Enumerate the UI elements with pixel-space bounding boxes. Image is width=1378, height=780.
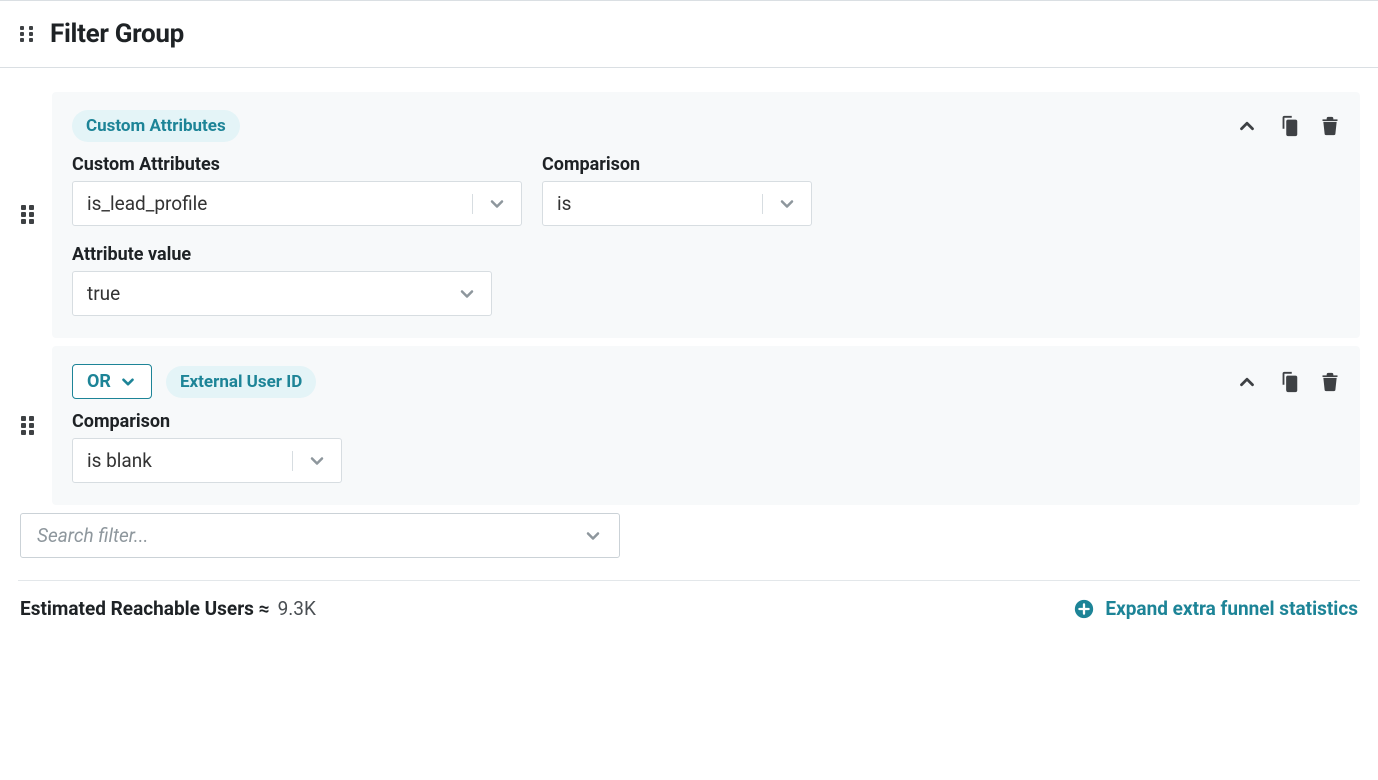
comparison-value-1: is <box>557 192 571 215</box>
expand-funnel-statistics-button[interactable]: Expand extra funnel statistics <box>1073 597 1358 620</box>
comparison-select-1[interactable]: is <box>542 181 812 226</box>
filter-type-badge: External User ID <box>166 366 316 398</box>
field-label-comparison-2: Comparison <box>72 411 342 432</box>
search-filter-select[interactable]: Search filter... <box>20 513 620 558</box>
chevron-down-icon <box>449 284 477 304</box>
duplicate-icon[interactable] <box>1278 115 1300 137</box>
attribute-value: true <box>87 282 120 305</box>
logic-operator-label: OR <box>87 371 111 392</box>
custom-attributes-select[interactable]: is_lead_profile <box>72 181 522 226</box>
row-drag-handle[interactable] <box>18 205 38 225</box>
collapse-icon[interactable] <box>1236 115 1258 137</box>
field-label-custom-attributes: Custom Attributes <box>72 154 522 175</box>
estimated-label: Estimated Reachable Users ≈ <box>20 597 270 620</box>
chevron-down-icon <box>292 451 327 471</box>
plus-circle-icon <box>1073 598 1095 620</box>
delete-icon[interactable] <box>1320 115 1340 137</box>
chevron-down-icon <box>762 194 797 214</box>
logic-operator-button[interactable]: OR <box>72 364 152 399</box>
filter-card-1: Custom Attributes <box>52 92 1360 338</box>
estimated-value: 9.3K <box>278 597 316 620</box>
filter-group-header: Filter Group <box>0 0 1378 68</box>
comparison-select-2[interactable]: is blank <box>72 438 342 483</box>
comparison-value-2: is blank <box>87 449 152 472</box>
field-label-attribute-value: Attribute value <box>72 244 492 265</box>
duplicate-icon[interactable] <box>1278 371 1300 393</box>
search-filter-placeholder: Search filter... <box>37 524 148 547</box>
drag-handle-icon[interactable] <box>20 26 36 42</box>
chevron-down-icon <box>583 526 603 546</box>
estimated-reachable-users: Estimated Reachable Users ≈ 9.3K <box>20 597 316 620</box>
attribute-value-select[interactable]: true <box>72 271 492 316</box>
chevron-down-icon <box>472 194 507 214</box>
collapse-icon[interactable] <box>1236 371 1258 393</box>
page-title: Filter Group <box>50 19 184 49</box>
delete-icon[interactable] <box>1320 371 1340 393</box>
expand-funnel-label: Expand extra funnel statistics <box>1105 597 1358 620</box>
filter-type-badge: Custom Attributes <box>72 110 240 142</box>
row-drag-handle[interactable] <box>18 416 38 436</box>
field-label-comparison: Comparison <box>542 154 812 175</box>
custom-attributes-value: is_lead_profile <box>87 192 207 215</box>
chevron-down-icon <box>119 373 137 391</box>
filter-card-2: OR External User ID <box>52 346 1360 505</box>
